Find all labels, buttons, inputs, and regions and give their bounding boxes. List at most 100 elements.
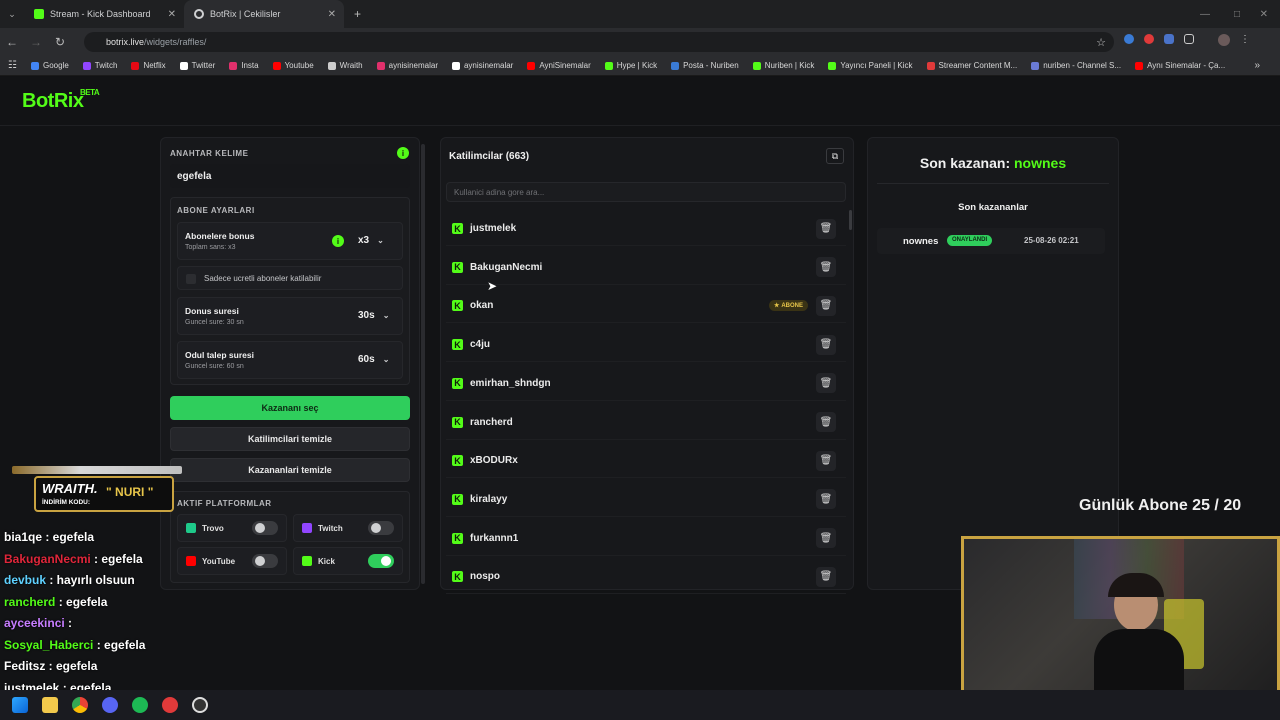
trash-icon[interactable]: 🗑 (816, 566, 836, 587)
menu-kebab-icon[interactable]: ⋮ (1240, 34, 1250, 46)
settings-scrollbar[interactable] (421, 144, 425, 584)
bookmark-item[interactable]: Twitch (82, 61, 117, 70)
platform-toggle[interactable] (368, 521, 394, 535)
close-tab-icon[interactable]: ✕ (168, 9, 176, 20)
extension-icon[interactable] (1124, 34, 1134, 44)
bookmarks-overflow-icon[interactable]: » (1254, 60, 1260, 71)
close-tab-icon[interactable]: ✕ (328, 9, 336, 20)
keyword-title: ANAHTAR KELIME (170, 149, 249, 158)
chevron-down-icon: ⌄ (382, 311, 390, 320)
trash-icon[interactable]: 🗑 (816, 257, 836, 278)
windows-start-icon[interactable] (12, 697, 28, 713)
kick-icon: K (452, 532, 463, 544)
bookmark-item[interactable]: Insta (229, 61, 259, 70)
back-icon[interactable]: ← (0, 35, 24, 49)
bookmark-label: Twitter (191, 61, 216, 70)
platform-label: YouTube (202, 556, 236, 566)
keyword-input[interactable]: egefela (170, 164, 410, 188)
bookmark-item[interactable]: Aynı Sinemalar - Ça... (1135, 61, 1225, 70)
platforms-title: AKTIF PLATFORMLAR (177, 499, 272, 508)
spotify-icon[interactable] (132, 697, 148, 713)
info-icon[interactable]: i (332, 235, 344, 247)
platform-youtube: YouTube (177, 547, 287, 575)
app-icon[interactable] (162, 697, 178, 713)
chat-message: rancherd : egefela (4, 595, 107, 609)
trash-icon[interactable]: 🗑 (816, 295, 836, 316)
participants-scrollbar[interactable] (849, 210, 852, 230)
forward-icon[interactable]: → (24, 35, 48, 49)
bookmark-favicon-icon (604, 61, 613, 70)
pick-winner-button[interactable]: Kazananı seç (170, 396, 410, 420)
close-window-icon[interactable]: ✕ (1260, 9, 1268, 20)
bookmark-item[interactable]: Netflix (131, 61, 166, 70)
trash-icon[interactable]: 🗑 (816, 528, 836, 549)
tab-list-chevron-icon[interactable]: ⌄ (0, 9, 24, 20)
tab-kick-dashboard[interactable]: Stream - Kick Dashboard ✕ (24, 0, 184, 28)
new-tab-icon[interactable]: + (354, 7, 361, 21)
trash-icon[interactable]: 🗑 (816, 489, 836, 510)
bookmark-favicon-icon (527, 61, 536, 70)
bookmark-item[interactable]: Wraith (327, 61, 363, 70)
copy-icon[interactable]: ⧉ (826, 148, 844, 164)
clear-participants-button[interactable]: Katilimcilari temizle (170, 427, 410, 451)
extensions-area: ⋮ (1124, 34, 1250, 46)
extension-icon[interactable] (1144, 34, 1154, 44)
bonus-time-select[interactable]: 30s ⌄ (358, 310, 389, 321)
paid-only-checkbox[interactable] (186, 274, 196, 284)
bookmark-item[interactable]: Google (30, 61, 69, 70)
puzzle-icon[interactable] (1184, 34, 1194, 44)
bookmark-label: Google (42, 61, 69, 70)
apps-grid-icon[interactable]: ☷ (8, 60, 17, 71)
reload-icon[interactable]: ↻ (48, 35, 72, 49)
maximize-window-icon[interactable]: □ (1234, 9, 1240, 20)
chat-message: Feditsz : egefela (4, 659, 97, 673)
claim-time-sub: Guncel sure: 60 sn (185, 363, 244, 370)
platform-toggle[interactable] (252, 521, 278, 535)
chat-message: BakuganNecmi : egefela (4, 552, 143, 566)
recent-winner-row: nownes ONAYLANDI 25-08-26 02:21 (877, 228, 1105, 254)
bookmark-item[interactable]: Streamer Content M... (926, 61, 1017, 70)
tab-botrix[interactable]: BotRix | Cekilisler ✕ (184, 0, 344, 28)
bookmark-item[interactable]: aynisinemalar (451, 61, 513, 70)
bookmark-item[interactable]: Youtube (272, 61, 314, 70)
bookmark-item[interactable]: Posta - Nuriben (671, 61, 739, 70)
extension-icon[interactable] (1164, 34, 1174, 44)
platform-toggle[interactable] (252, 554, 278, 568)
chrome-icon[interactable] (72, 697, 88, 713)
bookmark-item[interactable]: AyniSinemalar (527, 61, 591, 70)
trash-icon[interactable]: 🗑 (816, 334, 836, 355)
file-explorer-icon[interactable] (42, 697, 58, 713)
participant-search-input[interactable]: Kullanici adina gore ara... (446, 182, 846, 202)
url-host: botrix.live (106, 37, 145, 47)
url-input[interactable]: botrix.live/widgets/raffles/ ☆ (84, 32, 1114, 52)
subscriber-badge: ★ ABONE (768, 300, 808, 312)
botrix-logo[interactable]: BotRix BETA (22, 88, 100, 113)
obs-icon[interactable] (192, 697, 208, 713)
discord-icon[interactable] (102, 697, 118, 713)
bookmark-item[interactable]: Yayıncı Paneli | Kick (828, 61, 913, 70)
chat-message: ayceekinci : (4, 616, 72, 630)
clear-winners-button[interactable]: Kazananlari temizle (170, 458, 410, 482)
trash-icon[interactable]: 🗑 (816, 412, 836, 432)
trash-icon[interactable]: 🗑 (816, 450, 836, 471)
bookmark-favicon-icon (926, 61, 935, 70)
bookmark-item[interactable]: Hype | Kick (604, 61, 657, 70)
trash-icon[interactable]: 🗑 (816, 373, 836, 394)
minimize-window-icon[interactable]: — (1200, 9, 1210, 20)
bookmark-star-icon[interactable]: ☆ (1096, 36, 1106, 49)
bookmark-item[interactable]: aynisinemalar (376, 61, 438, 70)
sub-bonus-select[interactable]: x3 ⌄ (358, 235, 384, 246)
profile-avatar[interactable] (1218, 34, 1230, 46)
trash-icon[interactable]: 🗑 (816, 218, 836, 239)
paid-only-row[interactable]: Sadece ucretli aboneler katilabilir (177, 266, 403, 290)
sponsor-code-label: İNDİRİM KODU: (42, 499, 91, 506)
bookmark-label: aynisinemalar (388, 61, 438, 70)
bookmark-item[interactable]: Nuriben | Kick (752, 61, 814, 70)
claim-time-select[interactable]: 60s ⌄ (358, 354, 389, 365)
info-icon[interactable]: i (397, 147, 409, 159)
participant-row: KxBODURx 🗑 (446, 444, 846, 479)
platform-toggle[interactable] (368, 554, 394, 568)
kick-icon: K (452, 223, 463, 234)
bookmark-item[interactable]: Twitter (179, 61, 216, 70)
bookmark-item[interactable]: nuriben - Channel S... (1031, 61, 1121, 70)
